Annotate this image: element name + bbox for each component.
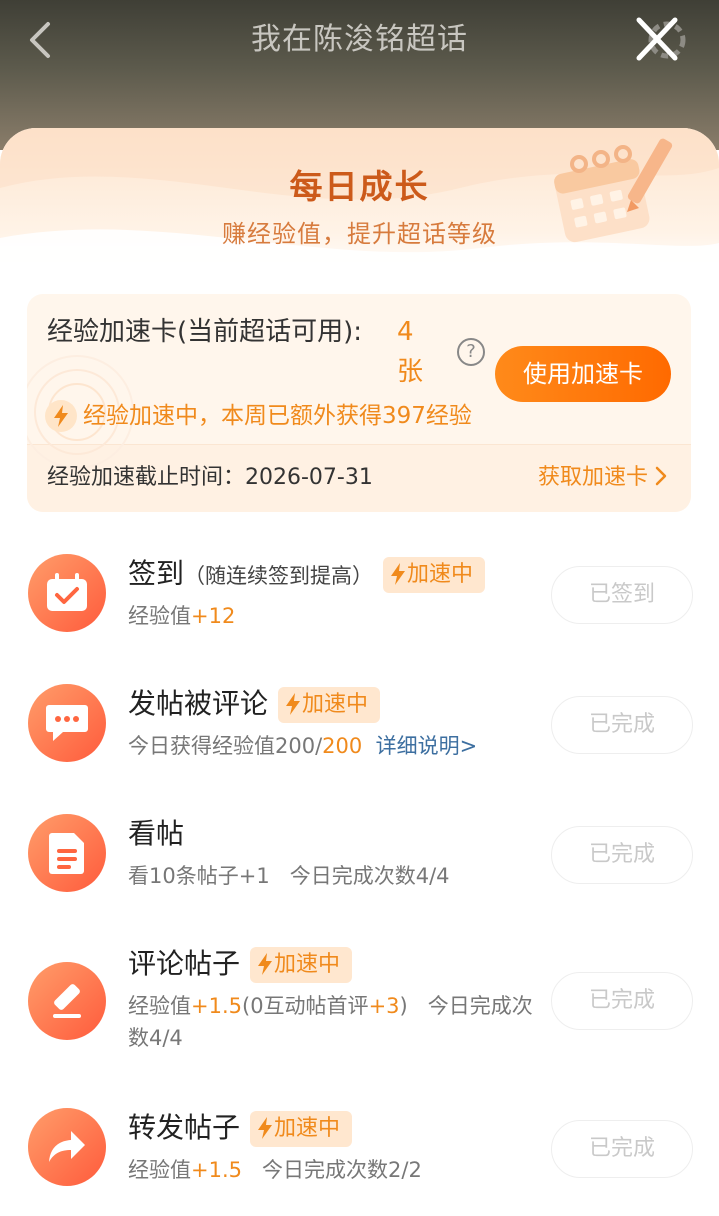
task-desc-suffix: 今日完成次数2/2 xyxy=(242,1158,422,1182)
task-hint: （随连续签到提高） xyxy=(184,564,374,588)
boost-status: 经验加速中，本周已额外获得397经验 xyxy=(83,403,472,429)
task-icon-comment-posts xyxy=(28,962,106,1040)
task-exp-value: 200 xyxy=(322,734,363,758)
task-icon-repost xyxy=(28,1108,106,1186)
boost-badge-label: 加速中 xyxy=(407,562,474,587)
task-desc-comment-posts: 经验值+1.5(0互动帖首评+3) 今日完成次数4/4 xyxy=(128,990,538,1054)
page-title: 我在陈浚铭超话 xyxy=(251,22,468,57)
view-posts-done-button[interactable]: 已完成 xyxy=(551,826,693,884)
speed-card-label: 经验加速卡(当前超话可用): xyxy=(47,317,363,347)
close-button[interactable] xyxy=(631,14,691,66)
task-icon-checkin xyxy=(28,554,106,632)
task-desc-prefix: 经验值 xyxy=(128,604,191,628)
task-name-repost: 转发帖子 加速中 xyxy=(128,1108,353,1148)
share-arrow-icon xyxy=(49,1131,85,1162)
task-desc-prefix: 今日获得经验值200/ xyxy=(128,734,323,758)
speed-card: 经验加速卡(当前超话可用): 4张 ? 使用加速卡 经验加速中，本周已额外获得3… xyxy=(27,294,691,512)
boost-badge: 加速中 xyxy=(250,1111,353,1147)
task-name-view-posts: 看帖 xyxy=(128,817,185,850)
bolt-badge xyxy=(45,400,77,432)
document-icon xyxy=(49,833,84,874)
detail-link[interactable]: 详细说明> xyxy=(376,734,478,758)
task-icon-view-posts xyxy=(28,814,106,892)
boost-badge: 加速中 xyxy=(383,557,486,593)
task-title: 评论帖子 xyxy=(128,947,241,980)
task-desc-post-commented: 今日获得经验值200/200 详细说明> xyxy=(128,730,538,762)
lightning-icon xyxy=(391,563,406,585)
get-speed-card-label: 获取加速卡 xyxy=(537,465,648,490)
help-icon[interactable]: ? xyxy=(457,338,485,366)
close-icon xyxy=(636,17,686,61)
boost-badge-label: 加速中 xyxy=(274,1116,341,1141)
comment-posts-done-button[interactable]: 已完成 xyxy=(551,972,693,1030)
chat-bubble-icon xyxy=(46,705,88,741)
task-desc-prefix: 经验值 xyxy=(128,1158,191,1182)
task-desc-c: (0互动帖首评 xyxy=(242,994,369,1018)
use-speed-card-button[interactable]: 使用加速卡 xyxy=(495,346,671,402)
eraser-pen-icon xyxy=(53,984,81,1018)
checkin-done-button[interactable]: 已签到 xyxy=(551,566,693,624)
task-bonus-value: +3 xyxy=(368,994,400,1018)
chevron-right-icon xyxy=(655,466,667,486)
boost-badge: 加速中 xyxy=(278,687,381,723)
lightning-icon xyxy=(286,693,301,715)
speed-card-count: 4张 xyxy=(397,317,424,387)
repost-done-button[interactable]: 已完成 xyxy=(551,1120,693,1178)
post-commented-done-button[interactable]: 已完成 xyxy=(551,696,693,754)
task-name-checkin: 签到（随连续签到提高） 加速中 xyxy=(128,554,486,596)
boost-badge-label: 加速中 xyxy=(302,692,369,717)
boost-deadline: 经验加速截止时间：2026-07-31 xyxy=(47,465,373,490)
boost-badge: 加速中 xyxy=(250,947,353,983)
lightning-icon xyxy=(54,405,68,427)
task-title: 发帖被评论 xyxy=(128,687,269,720)
boost-badge-label: 加速中 xyxy=(274,952,341,977)
task-title: 签到 xyxy=(128,557,185,590)
task-desc-checkin: 经验值+12 xyxy=(128,600,538,632)
task-exp-value: +1.5 xyxy=(191,994,242,1018)
task-title: 转发帖子 xyxy=(128,1111,241,1144)
sheet-header: 每日成长 赚经验值，提升超话等级 xyxy=(0,128,719,278)
task-exp-value: +1.5 xyxy=(191,1158,242,1182)
calendar-check-icon xyxy=(47,573,87,611)
task-desc-repost: 经验值+1.5 今日完成次数2/2 xyxy=(128,1154,538,1186)
task-desc-view-posts: 看10条帖子+1 今日完成次数4/4 xyxy=(128,864,450,888)
lightning-icon xyxy=(258,1117,273,1139)
task-name-post-commented: 发帖被评论 加速中 xyxy=(128,684,381,724)
calendar-pencil-icon xyxy=(554,138,673,243)
daily-growth-sheet: 每日成长 赚经验值，提升超话等级 经验加速卡(当前超话可用): 4张 ? 使用加… xyxy=(0,128,719,1216)
task-icon-post-commented xyxy=(28,684,106,762)
get-speed-card-link[interactable]: 获取加速卡 xyxy=(538,460,667,496)
task-exp-value: +12 xyxy=(191,604,236,628)
task-name-comment-posts: 评论帖子 加速中 xyxy=(128,944,353,984)
lightning-icon xyxy=(258,953,273,975)
task-desc-a: 经验值 xyxy=(128,994,191,1018)
